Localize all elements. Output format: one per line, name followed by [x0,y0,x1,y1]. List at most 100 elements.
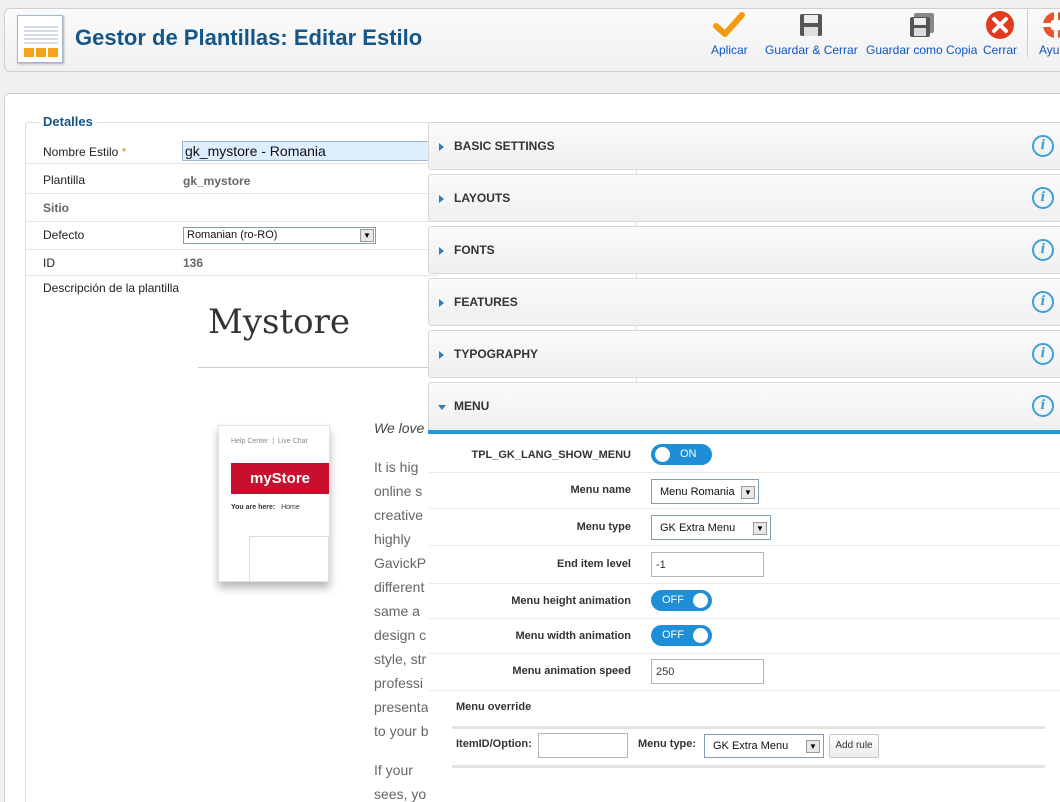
end-level-input[interactable]: -1 [651,552,764,577]
description-line: We love [374,420,425,436]
save-close-button[interactable]: Guardar & Cerrar [765,10,858,57]
info-icon[interactable]: i [1032,395,1054,417]
id-label: ID [43,256,55,270]
anim-speed-input[interactable]: 250 [651,659,764,684]
help-label: Ayuda [1039,43,1060,57]
id-value: 136 [183,256,204,270]
accordion-typography[interactable]: TYPOGRAPHY i [428,330,1060,378]
menu-name-select[interactable]: Menu Romania ▼ [651,479,759,504]
style-name-input[interactable]: gk_mystore - Romania [182,141,437,161]
info-icon[interactable]: i [1032,187,1054,209]
info-icon[interactable]: i [1032,135,1054,157]
width-anim-toggle[interactable]: OFF [651,625,712,646]
page-title: Gestor de Plantillas: Editar Estilo [75,25,423,50]
add-rule-button[interactable]: Add rule [829,734,879,758]
description-line: highly [374,531,411,547]
description-line: sees, yo [374,786,427,802]
show-menu-toggle[interactable]: ON [651,444,712,465]
toggle-state: OFF [662,594,684,606]
thumb-topbar: Help Center | Live Chat [231,438,308,445]
end-level-label: End item level [557,558,631,570]
brand-divider [198,367,438,368]
menu-type-label: Menu type [576,521,631,533]
thumb-logo: myStore [231,463,329,494]
description-line: presenta [374,699,429,715]
chevron-down-icon: ▼ [806,740,820,753]
menu-name-value: Menu Romania [660,486,735,498]
apply-button[interactable]: Aplicar [711,10,748,57]
accordion-menu[interactable]: MENU i [428,382,1060,432]
default-label: Defecto [43,228,85,242]
client-row [26,194,438,222]
toggle-state: ON [680,448,697,460]
accordion-title: FONTS [454,243,495,257]
caret-right-icon [439,299,444,307]
lifebuoy-icon [1039,10,1060,40]
description-line: different [374,579,425,595]
description-line: It is hig [374,459,419,475]
client-label: Sitio [43,201,69,215]
override-divider [452,765,1045,768]
accordion-title: BASIC SETTINGS [454,139,555,153]
menu-type-select[interactable]: GK Extra Menu ▼ [651,515,771,540]
menu-type-value: GK Extra Menu [660,522,736,534]
accordion-features[interactable]: FEATURES i [428,278,1060,326]
info-icon[interactable]: i [1032,291,1054,313]
anim-speed-label: Menu animation speed [512,665,631,677]
description-label: Descripción de la plantilla [43,281,180,295]
details-legend: Detalles [39,114,97,129]
menu-name-label: Menu name [570,484,631,496]
show-menu-label: TPL_GK_LANG_SHOW_MENU [471,449,631,461]
thumb-breadcrumb: You are here: Home [231,504,300,511]
itemid-input[interactable] [538,733,628,758]
save-close-label: Guardar & Cerrar [765,43,858,57]
accordion-title: TYPOGRAPHY [454,347,539,361]
template-label: Plantilla [43,173,86,187]
menu-override-label: Menu override [456,701,532,713]
description-line: to your b [374,723,429,739]
close-button[interactable]: Cerrar [983,10,1017,57]
toggle-knob [693,593,708,608]
close-icon [983,10,1017,40]
template-value: gk_mystore [183,174,251,188]
required-mark: * [121,145,127,159]
help-button[interactable]: Ayuda [1027,10,1060,57]
description-line: If your [374,762,413,778]
height-anim-toggle[interactable]: OFF [651,590,712,611]
override-divider [452,726,1045,729]
accordion-fonts[interactable]: FONTS i [428,226,1060,274]
save-copy-label: Guardar como Copia [866,43,978,57]
save-copy-icon [866,10,977,40]
description-line: design c [374,627,427,643]
chevron-down-icon: ▼ [741,486,755,499]
caret-right-icon [439,247,444,255]
description-line: professi [374,675,424,691]
accordion-layouts[interactable]: LAYOUTS i [428,174,1060,222]
style-name-label: Nombre Estilo * [43,145,127,159]
save-copy-button[interactable]: Guardar como Copia [866,10,977,57]
default-language-select[interactable]: Romanian (ro-RO) ▼ [183,227,376,244]
thumb-content-box [249,536,329,581]
default-language-value: Romanian (ro-RO) [187,229,278,241]
override-menu-type-value: GK Extra Menu [713,740,789,752]
accordion-title: MENU [454,399,490,413]
apply-label: Aplicar [711,43,748,57]
description-line: creative [374,507,424,523]
height-anim-label: Menu height animation [511,595,631,607]
save-icon [765,10,858,40]
toggle-knob [655,447,670,462]
info-icon[interactable]: i [1032,343,1054,365]
template-brand-heading: Mystore [208,302,350,342]
override-menu-type-select[interactable]: GK Extra Menu ▼ [704,734,824,758]
caret-right-icon [439,351,444,359]
checkmark-icon [711,10,748,40]
info-icon[interactable]: i [1032,239,1054,261]
description-line: style, str [374,651,427,667]
accordion-title: LAYOUTS [454,191,511,205]
description-line: online s [374,483,423,499]
toggle-state: OFF [662,629,684,641]
accordion-title: FEATURES [454,295,518,309]
accordion-basic-settings[interactable]: BASIC SETTINGS i [428,122,1060,170]
caret-right-icon [439,195,444,203]
chevron-down-icon: ▼ [360,229,374,242]
